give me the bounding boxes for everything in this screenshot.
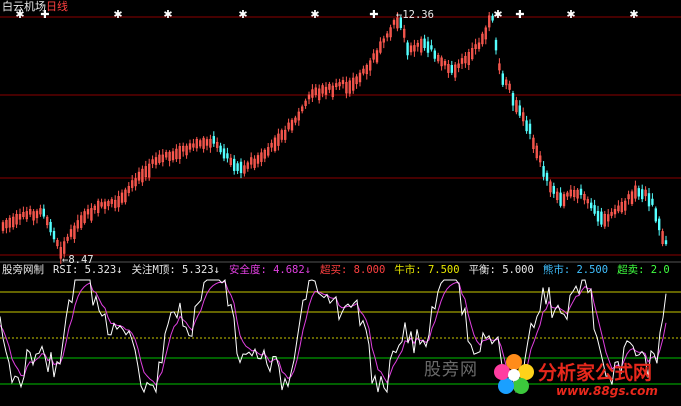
candle-body xyxy=(600,211,603,225)
candle-body xyxy=(501,73,505,85)
rsi-value: RSI: 5.323↓ xyxy=(53,264,123,276)
period-label[interactable]: 日线 xyxy=(46,0,68,13)
candle-body xyxy=(239,161,243,174)
chart-title: 白云机场日线 xyxy=(2,0,68,13)
flower-logo-icon xyxy=(494,354,534,394)
signal-marker: ✱ xyxy=(629,8,638,21)
candle-body xyxy=(430,45,433,50)
overbought-value: 超买: 8.000 xyxy=(320,264,386,276)
watermark-url[interactable]: www.88gs.com xyxy=(556,384,658,398)
watch-top-value: 关注M顶: 5.323↓ xyxy=(131,264,220,276)
candle-body xyxy=(525,120,528,132)
candle-body xyxy=(654,208,658,222)
bear-value: 熊市: 2.500 xyxy=(542,264,609,276)
candle-body xyxy=(49,221,52,233)
candle-body xyxy=(226,153,229,159)
high-price-label: ←12.36 xyxy=(396,9,434,21)
candle-body xyxy=(450,65,454,73)
candle-body xyxy=(596,210,600,222)
signal-marker: ✚ xyxy=(515,8,524,21)
bull-value: 牛市: 7.500 xyxy=(394,264,460,276)
chart-canvas[interactable]: ✱ ✚ ✱ ✱ ✱ ✱ ✚ ✱ ✚ ✱ ✱ xyxy=(0,0,681,406)
indicator-name[interactable]: 股旁网制 xyxy=(2,264,44,277)
candle-body xyxy=(219,145,222,153)
safety-value: 安全度: 4.682↓ xyxy=(228,264,312,276)
candle-body xyxy=(658,218,661,231)
indicator-legend: 股旁网制 RSI: 5.323↓ 关注M顶: 5.323↓ 安全度: 4.682… xyxy=(2,264,679,277)
candle-body xyxy=(590,202,593,209)
candle-body xyxy=(593,205,596,214)
candle-body xyxy=(641,189,644,200)
candle-body xyxy=(545,172,549,181)
candle-body xyxy=(212,136,216,144)
signal-marker: ✱ xyxy=(238,8,247,21)
watermark-site-name: 分析家公式网 xyxy=(538,362,653,384)
candle-body xyxy=(491,15,494,21)
candle-body xyxy=(559,192,562,206)
candle-body xyxy=(651,198,654,205)
candle-body xyxy=(222,148,226,159)
candle-body xyxy=(426,41,430,53)
candle-body xyxy=(579,188,583,195)
signal-marker: ✱ xyxy=(113,8,122,21)
watermark-text: 股旁网 xyxy=(424,360,478,380)
candle-body xyxy=(518,105,522,116)
candle-body xyxy=(52,231,56,240)
candle-body xyxy=(511,92,515,106)
candle-body xyxy=(236,163,239,171)
candle-body xyxy=(647,193,651,207)
candle-body xyxy=(42,208,46,217)
candle-body xyxy=(637,188,641,197)
candle-body xyxy=(406,42,409,56)
candle-body xyxy=(423,38,426,48)
candle-body xyxy=(664,240,668,245)
signal-marker: ✱ xyxy=(493,8,502,21)
signal-marker: ✱ xyxy=(566,8,575,21)
stock-name: 白云机场 xyxy=(2,0,46,13)
candle-body xyxy=(528,123,532,134)
candle-body xyxy=(232,158,236,171)
signal-marker: ✱ xyxy=(310,8,319,21)
candle-body xyxy=(433,50,437,59)
candle-body xyxy=(542,166,545,177)
oversold-value: 超卖: 2.0 xyxy=(617,264,670,276)
signal-marker: ✱ xyxy=(163,8,172,21)
stock-chart-window: ✱ ✚ ✱ ✱ ✱ ✱ ✚ ✱ ✚ ✱ ✱ 白云机场日线 ←12.36 ←8.47 股旁网制 RSI… xyxy=(0,0,681,406)
candle-body xyxy=(494,39,498,51)
balance-value: 平衡: 5.000 xyxy=(468,264,534,276)
candle-body xyxy=(552,185,556,194)
signal-marker: ✚ xyxy=(369,8,378,21)
